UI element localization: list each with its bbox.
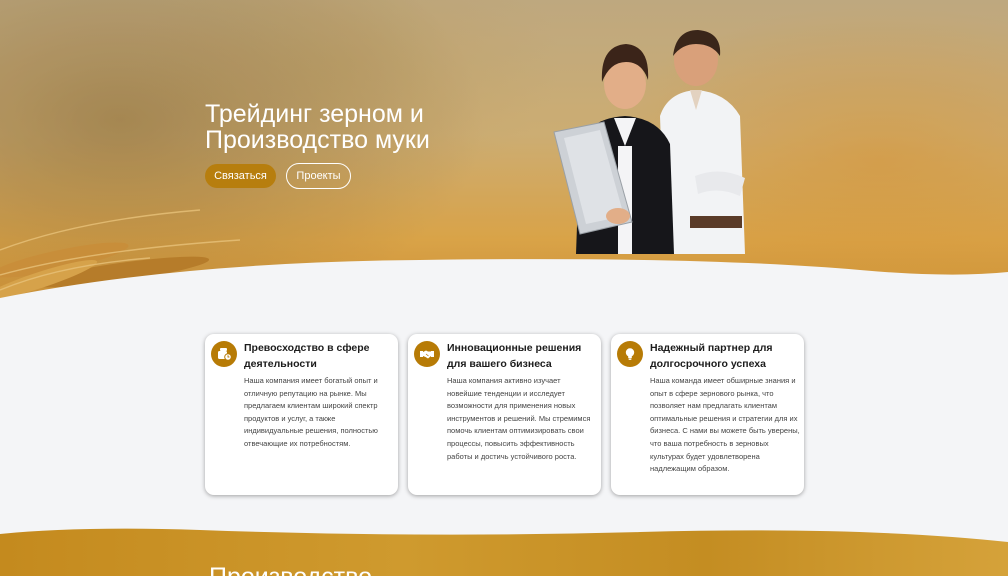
hero-wave-divider — [0, 259, 1008, 300]
feature-title: Надежный партнер для долгосрочного успех… — [650, 342, 773, 370]
production-section: Производство — [0, 520, 1008, 576]
hero-title: Трейдинг зерном и Производство муки — [205, 101, 430, 153]
coins-clock-icon — [211, 341, 237, 367]
hero-title-line1: Трейдинг зерном и — [205, 100, 424, 128]
feature-text: Наша компания имеет богатый опыт и отлич… — [244, 376, 378, 448]
handshake-icon — [414, 341, 440, 367]
feature-title: Инновационные решения для вашего бизнеса — [447, 342, 582, 370]
section-wave-divider — [0, 520, 1008, 542]
lightbulb-icon — [617, 341, 643, 367]
feature-card-excellence: Превосходство в сфере деятельности Наша … — [205, 334, 398, 495]
feature-title: Превосходство в сфере деятельности — [244, 342, 370, 370]
hero-title-line2: Производство муки — [205, 126, 430, 154]
feature-card-partner: Надежный партнер для долгосрочного успех… — [611, 334, 804, 495]
production-title: Производство — [209, 564, 372, 576]
feature-text: Наша команда имеет обширные знания и опы… — [650, 376, 800, 474]
feature-card-innovation: Инновационные решения для вашего бизнеса… — [408, 334, 601, 495]
contact-button[interactable]: Связаться — [205, 164, 276, 188]
projects-button[interactable]: Проекты — [286, 163, 351, 189]
business-people-image — [553, 30, 745, 254]
feature-text: Наша компания активно изучает новейшие т… — [447, 376, 591, 461]
hero-section: Трейдинг зерном и Производство муки Связ… — [0, 0, 1008, 300]
